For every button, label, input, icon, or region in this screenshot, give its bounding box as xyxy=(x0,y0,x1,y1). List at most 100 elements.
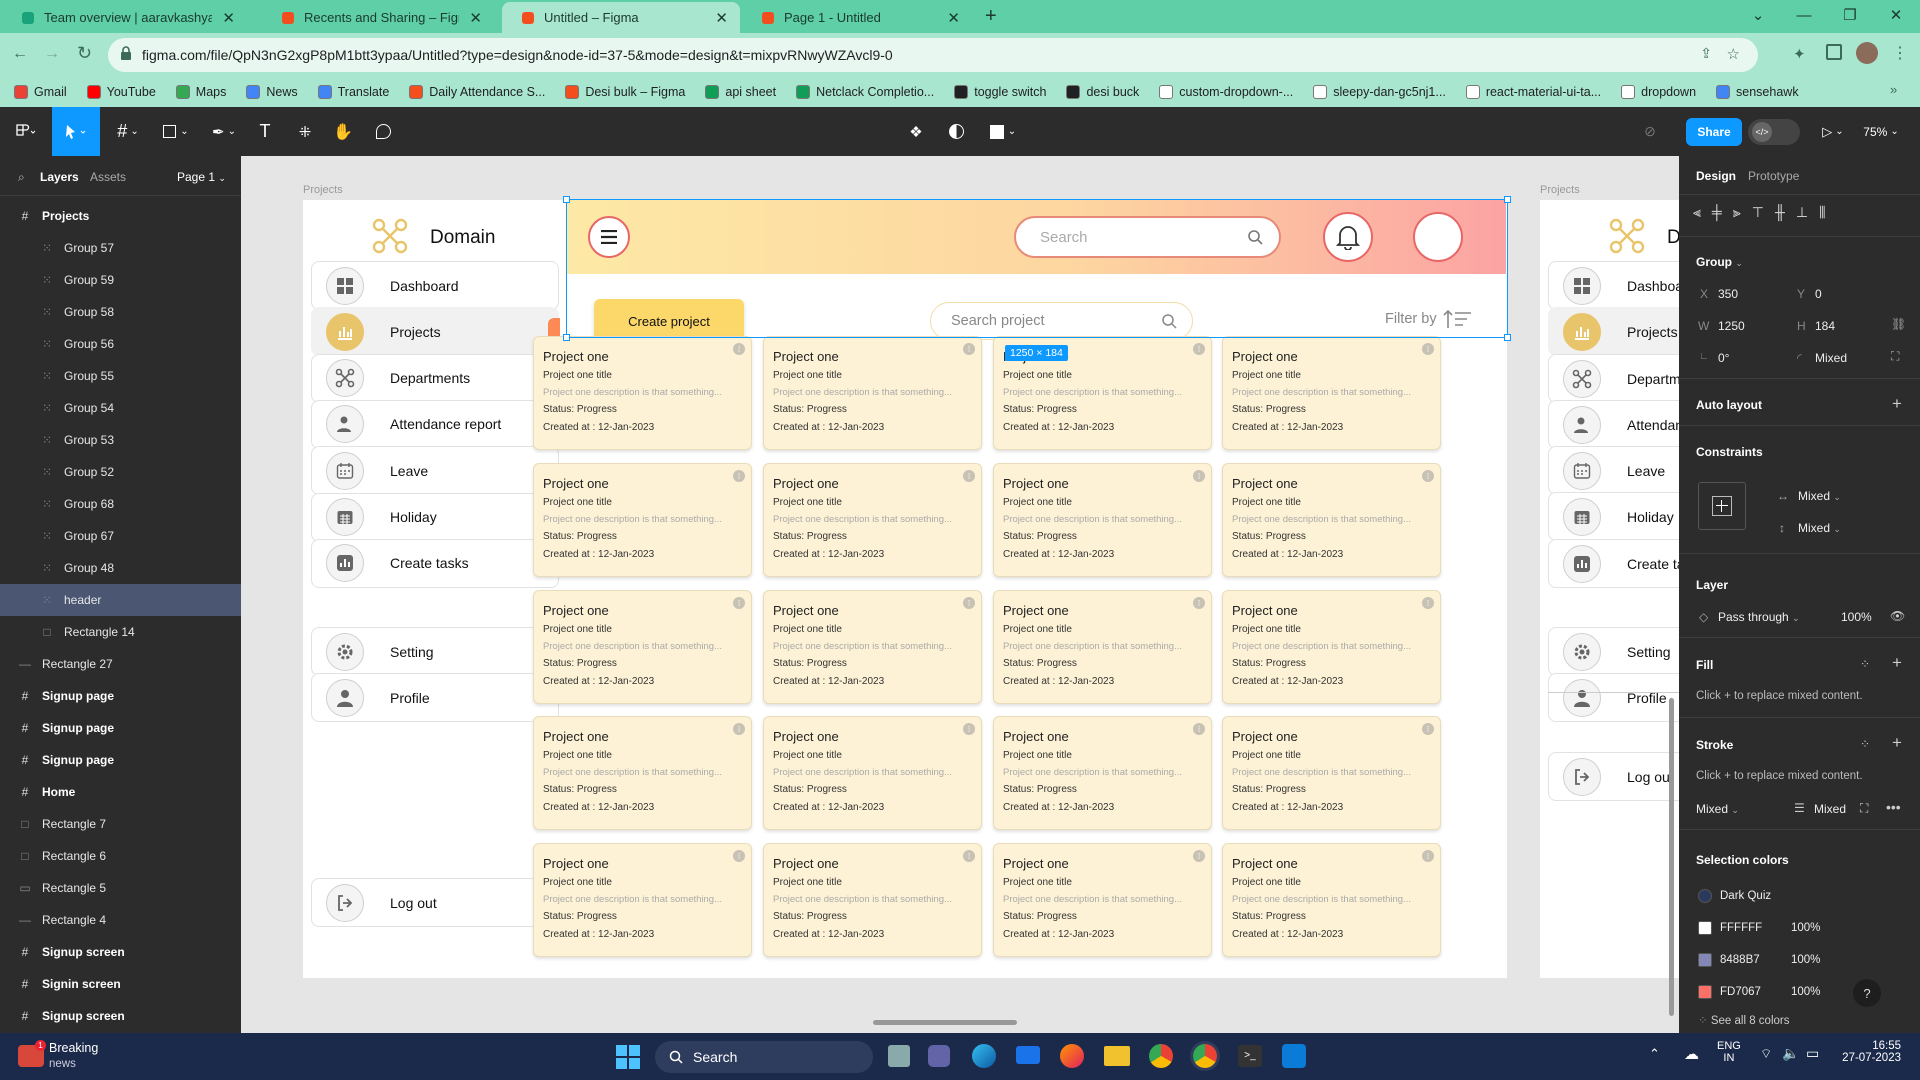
add-fill-icon[interactable]: + xyxy=(1892,653,1902,673)
reload-icon[interactable]: ↻ xyxy=(77,43,92,64)
extensions-puzzle-icon[interactable]: ✦ xyxy=(1793,45,1806,63)
stroke-position-select[interactable]: Mixed ⌄ xyxy=(1696,802,1739,816)
hamburger-menu-icon[interactable] xyxy=(588,216,630,258)
bookmark-item[interactable]: YouTube xyxy=(86,85,156,99)
card-more-icon[interactable]: ⁝ xyxy=(1422,343,1434,355)
bookmark-item[interactable]: sleepy-dan-gc5nj1... xyxy=(1313,85,1446,99)
bookmark-item[interactable]: Maps xyxy=(175,85,226,99)
layer-row[interactable]: ⁙ Group 58 xyxy=(0,296,241,328)
nav-item-attendance-report[interactable]: Attendance report xyxy=(1548,400,1679,449)
tab-design[interactable]: Design xyxy=(1696,169,1736,183)
color-opacity[interactable]: 100% xyxy=(1791,986,1820,998)
horizontal-constraint-select[interactable]: Mixed ⌄ xyxy=(1798,489,1841,503)
group-section-label[interactable]: Group ⌄ xyxy=(1696,255,1743,269)
notification-bell-icon[interactable] xyxy=(1323,212,1373,262)
onedrive-icon[interactable]: ☁ xyxy=(1684,1045,1699,1063)
align-bottom-icon[interactable]: ⊥ xyxy=(1796,204,1808,221)
resources-icon[interactable]: ⁜ xyxy=(292,107,318,156)
layer-row[interactable]: □ Rectangle 7 xyxy=(0,808,241,840)
layer-row[interactable]: # Projects xyxy=(0,200,241,232)
nav-item-attendance-report[interactable]: Attendance report xyxy=(311,399,559,449)
share-page-icon[interactable]: ⇪ xyxy=(1700,45,1712,62)
layer-opacity-input[interactable]: 100% xyxy=(1841,610,1872,624)
card-more-icon[interactable]: ⁝ xyxy=(963,343,975,355)
bookmark-item[interactable]: Translate xyxy=(317,85,389,99)
layer-row[interactable]: ⁙ Group 56 xyxy=(0,328,241,360)
layer-row[interactable]: ⁙ Group 55 xyxy=(0,360,241,392)
vertical-scrollbar[interactable] xyxy=(1669,698,1674,1016)
layer-row[interactable]: # Signup page xyxy=(0,712,241,744)
project-card[interactable]: ⁝ Project one Project one title Project one… xyxy=(993,590,1212,704)
frame-tool-icon[interactable]: # ⌄ xyxy=(110,107,146,156)
design-canvas[interactable]: Projects Projects Domain Dashboard Projec… xyxy=(241,156,1679,1033)
color-opacity[interactable]: 100% xyxy=(1791,922,1820,934)
horizontal-scrollbar[interactable] xyxy=(873,1020,1017,1025)
project-card[interactable]: ⁝ Project one Project one title Project one… xyxy=(533,463,752,577)
bookmarks-more-icon[interactable]: » xyxy=(1890,82,1897,97)
layer-row[interactable]: ⁙ Group 59 xyxy=(0,264,241,296)
card-more-icon[interactable]: ⁝ xyxy=(1422,470,1434,482)
comment-tool-icon[interactable] xyxy=(370,107,396,156)
zoom-dropdown[interactable]: 75% ⌄ xyxy=(1856,107,1906,156)
project-card[interactable]: ⁝ Project one Project one title Project one… xyxy=(1222,843,1441,957)
wifi-icon[interactable]: ⌔ xyxy=(1760,1046,1772,1062)
news-title[interactable]: Breaking xyxy=(49,1041,98,1055)
fill-styles-icon[interactable]: ⁘ xyxy=(1860,657,1870,671)
nav-item-holiday[interactable]: Holiday xyxy=(311,492,559,542)
see-all-colors-link[interactable]: ⁘ See all 8 colors xyxy=(1698,1013,1789,1027)
y-input[interactable]: 0 xyxy=(1815,287,1822,301)
nav-item-projects[interactable]: Projects xyxy=(311,307,560,357)
h-input[interactable]: 184 xyxy=(1815,319,1835,333)
nav-item-projects[interactable]: Projects xyxy=(1548,307,1679,356)
nav-item-dashboard[interactable]: Dashboard xyxy=(1548,261,1679,310)
search-layers-icon[interactable]: ⌕ xyxy=(18,170,25,185)
new-tab-button[interactable]: + xyxy=(985,5,997,28)
tray-chevron-icon[interactable]: ⌃ xyxy=(1649,1046,1660,1062)
layer-row[interactable]: □ Rectangle 6 xyxy=(0,840,241,872)
card-more-icon[interactable]: ⁝ xyxy=(963,723,975,735)
nav-item-setting[interactable]: Setting xyxy=(1548,627,1679,676)
project-card[interactable]: ⁝ Project one Project one title Project one… xyxy=(763,716,982,830)
bookmark-item[interactable]: custom-dropdown-... xyxy=(1159,85,1293,99)
dev-mode-toggle[interactable]: </> xyxy=(1747,107,1801,156)
distribute-icon[interactable]: ⫼ xyxy=(1819,204,1825,221)
close-tab-icon[interactable]: ✕ xyxy=(222,9,235,27)
volume-icon[interactable]: 🔈 xyxy=(1782,1045,1799,1062)
app-header[interactable]: Search xyxy=(566,200,1506,274)
color-opacity[interactable]: 100% xyxy=(1791,954,1820,966)
visibility-eye-icon[interactable]: 👁 xyxy=(1890,609,1905,623)
layer-row[interactable]: # Signup page xyxy=(0,744,241,776)
project-card[interactable]: ⁝ Project one Project one title Project one… xyxy=(533,843,752,957)
layer-row[interactable]: ⁙ Group 48 xyxy=(0,552,241,584)
layer-row[interactable]: # Home xyxy=(0,776,241,808)
boolean-ops-icon[interactable]: ⌄ xyxy=(985,107,1021,156)
minimize-icon[interactable]: — xyxy=(1781,0,1827,30)
browser-menu-icon[interactable]: ⋮ xyxy=(1892,43,1908,63)
nav-item-leave[interactable]: Leave xyxy=(311,446,559,496)
filter-by-button[interactable]: Filter by xyxy=(1385,309,1473,329)
stroke-more-icon[interactable]: ••• xyxy=(1886,799,1901,815)
nav-item-profile[interactable]: Profile xyxy=(311,673,559,722)
browser-tab[interactable]: Recents and Sharing – Figma ✕ xyxy=(262,2,494,33)
align-left-icon[interactable]: ⫷ xyxy=(1693,204,1701,221)
card-more-icon[interactable]: ⁝ xyxy=(733,470,745,482)
close-tab-icon[interactable]: ✕ xyxy=(469,9,482,27)
x-input[interactable]: 350 xyxy=(1718,287,1738,301)
card-more-icon[interactable]: ⁝ xyxy=(733,597,745,609)
project-card[interactable]: ⁝ Project one Project one title Project one… xyxy=(993,843,1212,957)
bookmark-item[interactable]: toggle switch xyxy=(954,85,1046,99)
side-panel-icon[interactable] xyxy=(1826,44,1842,60)
bookmark-item[interactable]: Gmail xyxy=(14,85,67,99)
project-card[interactable]: ⁝ Project one Project one title Project one… xyxy=(763,590,982,704)
frame-label-right[interactable]: Projects xyxy=(1540,184,1580,196)
nav-item-setting[interactable]: Setting xyxy=(311,627,559,676)
move-tool-icon[interactable] xyxy=(52,107,100,156)
layer-row[interactable]: # Signup page xyxy=(0,680,241,712)
share-button[interactable]: Share xyxy=(1686,107,1742,156)
help-icon[interactable]: ? xyxy=(1853,979,1881,1007)
avatar[interactable] xyxy=(1413,212,1463,262)
layer-row[interactable]: ⁙ Group 54 xyxy=(0,392,241,424)
layer-row[interactable]: # Signup screen xyxy=(0,936,241,968)
forward-arrow-icon[interactable]: → xyxy=(44,45,60,63)
constrain-proportions-icon[interactable]: ⛓ xyxy=(1891,317,1906,331)
